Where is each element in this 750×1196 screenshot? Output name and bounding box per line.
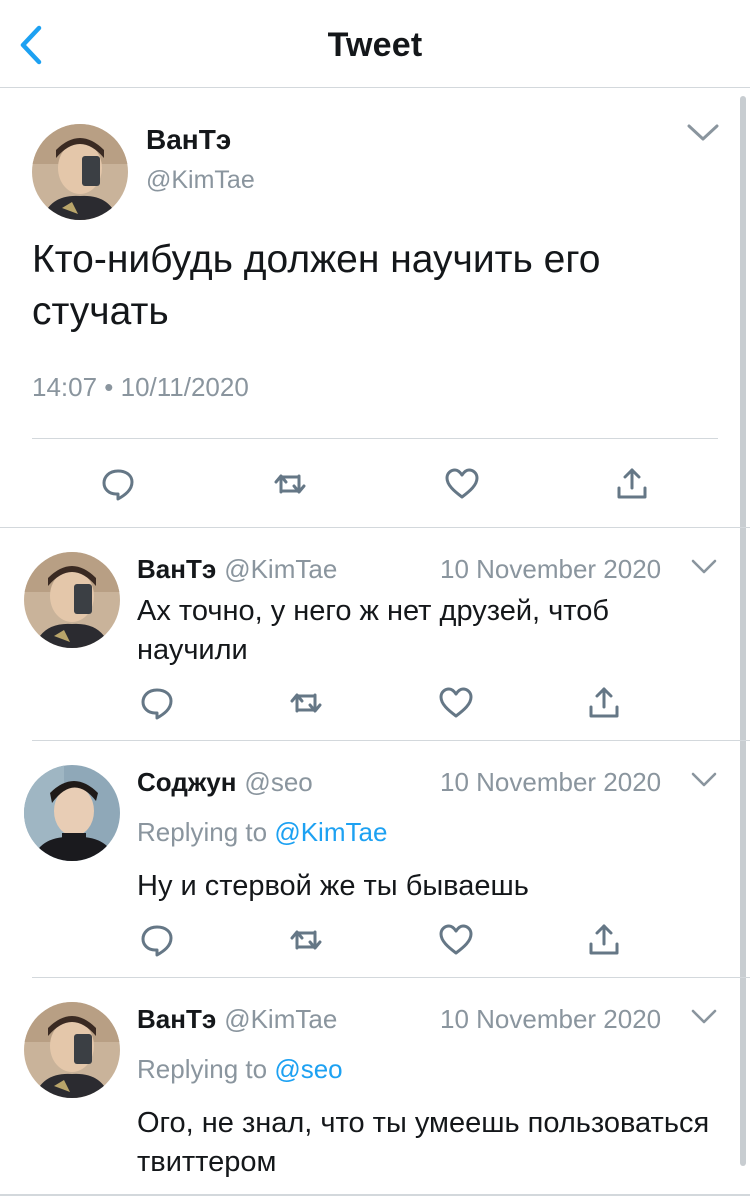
author-handle[interactable]: @KimTae [146,166,255,195]
heart-icon [439,687,473,718]
replying-to: Replying to @KimTae [137,817,387,848]
share-icon [589,687,619,718]
reply-button[interactable] [137,683,177,723]
retweet-icon [290,930,322,950]
reply-author[interactable]: Соджун @seo [137,767,313,798]
avatar[interactable] [24,765,120,861]
reply-icon [141,688,173,720]
replying-to-link[interactable]: @KimTae [274,817,387,847]
more-options-button[interactable] [690,771,718,794]
nav-bar: Tweet [0,0,750,88]
author-handle[interactable]: @seo [244,767,312,797]
reply-tweet: ВанТэ @KimTae 10 November 2020 Replying t… [0,978,750,1196]
author-handle[interactable]: @KimTae [224,1004,337,1034]
share-button[interactable] [612,464,652,504]
replying-to: Replying to @seo [137,1054,343,1085]
author-name[interactable]: ВанТэ [146,124,231,156]
author-handle[interactable]: @KimTae [224,554,337,584]
more-options-button[interactable] [690,1008,718,1031]
reply-date: 10 November 2020 [440,767,662,797]
retweet-button[interactable] [270,464,310,504]
like-button[interactable] [442,464,482,504]
chevron-down-icon [687,124,719,141]
divider [32,438,718,439]
reply-date: 10 November 2020 [440,1004,662,1034]
retweet-button[interactable] [286,683,326,723]
reply-button[interactable] [137,920,177,960]
author-name[interactable]: Соджун [137,767,236,797]
reply-tweet: ВанТэ @KimTae 10 November 2020 Ах точно, … [0,528,750,741]
share-button[interactable] [584,920,624,960]
tweet-timestamp: 14:07 • 10/11/2020 [32,372,249,402]
chevron-down-icon [691,1009,717,1024]
retweet-icon [274,474,306,494]
retweet-button[interactable] [286,920,326,960]
more-options-button[interactable] [686,122,720,149]
heart-icon [439,924,473,955]
tweet-text: Кто-нибудь должен научить его стучать [32,238,601,333]
reply-text: Ах точно, у него ж нет друзей, чтоб науч… [137,595,609,666]
chevron-down-icon [691,772,717,787]
replying-to-label: Replying to [137,817,275,847]
replying-to-label: Replying to [137,1054,275,1084]
reply-icon [141,925,173,957]
reply-text: Ну и стервой же ты бываешь [137,870,529,902]
reply-author[interactable]: ВанТэ @KimTae [137,554,337,585]
reply-date: 10 November 2020 [440,554,662,584]
page-title: Tweet [327,26,423,64]
main-tweet: ВанТэ @KimTae Кто-нибудь должен научить … [0,88,750,528]
reply-tweet: Соджун @seo 10 November 2020 Replying to … [0,741,750,978]
share-icon [589,924,619,955]
like-button[interactable] [436,683,476,723]
avatar[interactable] [24,552,120,648]
more-options-button[interactable] [690,558,718,581]
reply-author[interactable]: ВанТэ @KimTae [137,1004,337,1035]
share-icon [617,468,647,499]
like-button[interactable] [436,920,476,960]
retweet-icon [290,693,322,713]
chevron-down-icon [691,559,717,574]
author-name[interactable]: ВанТэ [137,1004,216,1034]
heart-icon [445,468,479,499]
share-button[interactable] [584,683,624,723]
replying-to-link[interactable]: @seo [274,1054,342,1084]
avatar[interactable] [32,124,128,220]
author-name[interactable]: ВанТэ [137,554,216,584]
reply-button[interactable] [98,464,138,504]
reply-icon [102,469,134,501]
reply-text: Ого, не знал, что ты умеешь пользоваться… [137,1107,710,1178]
avatar[interactable] [24,1002,120,1098]
